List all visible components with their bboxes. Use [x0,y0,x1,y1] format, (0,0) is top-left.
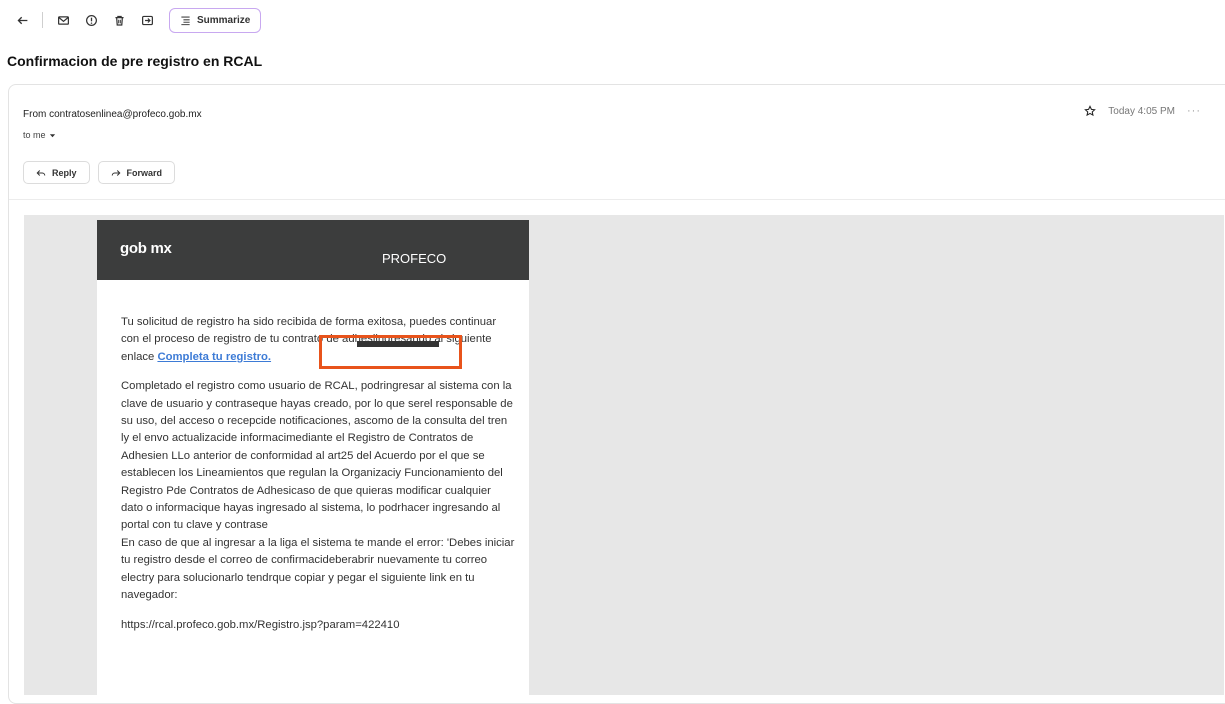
email-content: gob mx PROFECO Tu solicitud de registro … [97,220,529,700]
message-body: gob mx PROFECO Tu solicitud de registro … [24,215,1224,700]
message-card: From contratosenlinea@profeco.gob.mx to … [8,84,1225,704]
forward-button[interactable]: Forward [97,161,176,184]
reply-button[interactable]: Reply [23,161,90,184]
header-divider [9,199,1225,200]
message-toolbar: Summarize [0,0,1225,40]
recipients-toggle[interactable]: to me [23,130,56,140]
message-actions: Reply Forward [23,161,176,184]
email-paragraph: En caso de que al ingresar a la liga el … [121,536,515,602]
message-meta: Today 4:05 PM ··· [1084,105,1201,117]
more-options-icon[interactable]: ··· [1187,105,1201,117]
move-to-folder-icon[interactable] [135,8,159,32]
sender-line: From contratosenlinea@profeco.gob.mx [23,109,202,120]
summarize-icon [181,16,190,25]
reply-label: Reply [52,167,77,178]
message-subject: Confirmacion de pre registro en RCAL [7,53,263,69]
star-icon[interactable] [1084,105,1097,117]
email-banner: gob mx PROFECO [97,220,529,280]
gob-mx-logo: gob mx [120,240,172,257]
email-paragraph: Completado el registro como usuario de R… [121,380,513,532]
email-paragraph: Tu solicitud de registro ha sido recibid… [121,314,515,366]
received-time: Today 4:05 PM [1108,105,1175,117]
trash-icon[interactable] [107,8,131,32]
recipients-label: to me [23,130,46,140]
mark-unread-icon[interactable] [51,8,75,32]
agency-name: PROFECO [382,251,447,266]
summarize-button[interactable]: Summarize [169,7,262,33]
back-arrow-icon[interactable] [10,8,34,32]
forward-label: Forward [126,167,163,178]
report-spam-icon[interactable] [79,8,103,32]
caret-down-icon [49,133,55,137]
complete-registration-link[interactable]: Completa tu registro. [157,351,271,363]
registration-url: https://rcal.profeco.gob.mx/Registro.jsp… [121,618,400,631]
toolbar-separator [42,12,43,28]
summarize-label: Summarize [197,14,251,26]
reply-icon [36,169,46,176]
forward-icon [111,169,120,176]
email-text: Tu solicitud de registro ha sido recibid… [121,314,515,646]
